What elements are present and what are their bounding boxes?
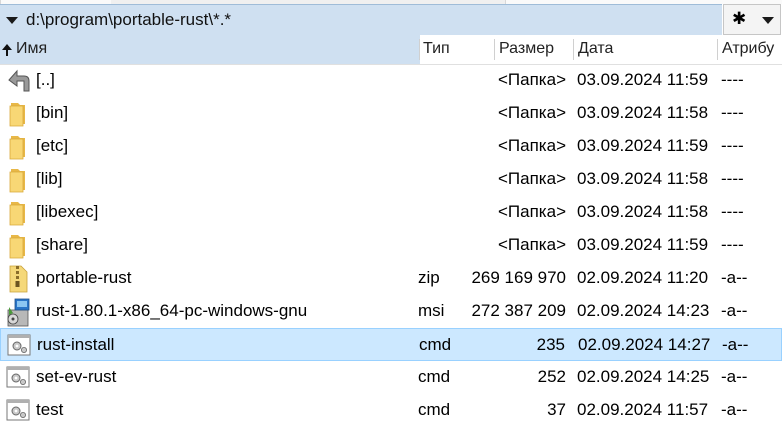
file-size: 235 [536,335,565,354]
file-name: [..] [36,70,55,89]
file-row[interactable]: [..] <Папка> 03.09.2024 11:59 ---- [0,64,782,97]
chevron-down-icon [762,17,774,24]
path-bar[interactable]: d:\program\portable-rust\*.* [0,4,722,36]
folder-icon [4,163,32,196]
file-attributes: -a-- [722,335,749,354]
file-name: [bin] [36,103,69,122]
file-name: [share] [36,235,88,254]
file-attributes: -a-- [721,367,748,386]
cmd-script-icon [4,394,32,427]
file-row[interactable]: [share] <Папка> 03.09.2024 11:59 ---- [0,229,782,262]
file-name: set-ev-rust [36,367,117,386]
folder-icon [4,130,32,163]
cmd-script-icon [5,329,33,362]
msi-installer-icon [4,295,32,328]
file-date: 03.09.2024 11:59 [577,235,709,254]
file-size: 269 169 970 [471,268,566,287]
file-size: <Папка> [498,136,566,155]
file-type: zip [418,268,440,287]
file-date: 02.09.2024 14:25 [577,367,710,386]
file-date: 02.09.2024 11:20 [577,268,709,287]
file-name: rust-install [37,335,115,354]
sort-ascending-icon-stem [6,50,8,56]
column-header-size[interactable]: Размер [495,35,574,64]
column-header-name[interactable]: Имя [0,35,420,64]
file-size: <Папка> [498,169,566,188]
file-size: <Папка> [498,70,566,89]
file-attributes: -a-- [721,268,748,287]
column-header-name-label: Имя [16,40,48,57]
file-row[interactable]: [etc] <Папка> 03.09.2024 11:59 ---- [0,130,782,163]
file-size: <Папка> [498,202,566,221]
folder-icon [4,97,32,130]
file-type: cmd [419,335,452,354]
file-size: 37 [547,400,566,419]
file-row[interactable]: rust-install cmd 235 02.09.2024 14:27 -a-- [0,328,782,361]
column-header-type-label: Тип [423,40,450,57]
file-name: rust-1.80.1-x86_64-pc-windows-gnu [36,301,308,320]
file-size: <Папка> [498,103,566,122]
file-row[interactable]: [bin] <Папка> 03.09.2024 11:58 ---- [0,97,782,130]
file-size: <Папка> [498,235,566,254]
zip-archive-icon [4,262,32,295]
file-row[interactable]: portable-rust zip 269 169 970 02.09.2024 11… [0,262,782,295]
file-date: 03.09.2024 11:58 [577,103,709,122]
current-path[interactable]: d:\program\portable-rust\*.* [26,10,231,30]
file-attributes: ---- [721,169,744,188]
file-date: 02.09.2024 11:57 [577,400,709,419]
column-header-date[interactable]: Дата [574,35,718,64]
file-date: 02.09.2024 14:27 [578,335,711,354]
up-directory-icon [4,64,32,97]
column-header-type[interactable]: Тип [420,35,495,64]
column-header-date-label: Дата [578,40,614,57]
file-type: msi [418,301,445,320]
file-attributes: ---- [721,202,744,221]
file-name: portable-rust [36,268,132,287]
file-row[interactable]: [libexec] <Папка> 03.09.2024 11:58 ---- [0,196,782,229]
file-attributes: ---- [721,103,744,122]
column-header-size-label: Размер [499,40,554,57]
file-attributes: ---- [721,235,744,254]
file-row[interactable]: rust-1.80.1-x86_64-pc-windows-gnu msi 272 … [0,295,782,328]
file-type: cmd [418,400,451,419]
file-size: 252 [537,367,566,386]
column-header: Имя Тип Размер Дата Атрибу [0,35,782,65]
file-attributes: ---- [721,136,744,155]
file-attributes: -a-- [721,301,748,320]
folder-icon [4,196,32,229]
filter-symbol: ✱ [732,9,747,29]
file-row[interactable]: set-ev-rust cmd 252 02.09.2024 14:25 -a-- [0,361,782,394]
file-size: 272 387 209 [471,301,566,320]
folder-icon [4,229,32,262]
file-name: [libexec] [36,202,99,221]
file-date: 03.09.2024 11:58 [577,202,709,221]
filter-button[interactable]: ✱ [723,4,781,35]
file-name: [etc] [36,136,69,155]
file-name: test [36,400,64,419]
file-attributes: ---- [721,70,744,89]
file-attributes: -a-- [721,400,748,419]
file-date: 03.09.2024 11:58 [577,169,709,188]
file-date: 03.09.2024 11:59 [577,70,709,89]
file-name: [lib] [36,169,63,188]
cmd-script-icon [4,361,32,394]
file-row[interactable]: test cmd 37 02.09.2024 11:57 -a-- [0,394,782,427]
column-header-attr[interactable]: Атрибу [718,35,782,64]
file-date: 02.09.2024 14:23 [577,301,710,320]
chevron-down-icon[interactable] [6,17,18,24]
file-date: 03.09.2024 11:59 [577,136,709,155]
file-type: cmd [418,367,451,386]
file-row[interactable]: [lib] <Папка> 03.09.2024 11:58 ---- [0,163,782,196]
column-header-attr-label: Атрибу [722,40,775,57]
